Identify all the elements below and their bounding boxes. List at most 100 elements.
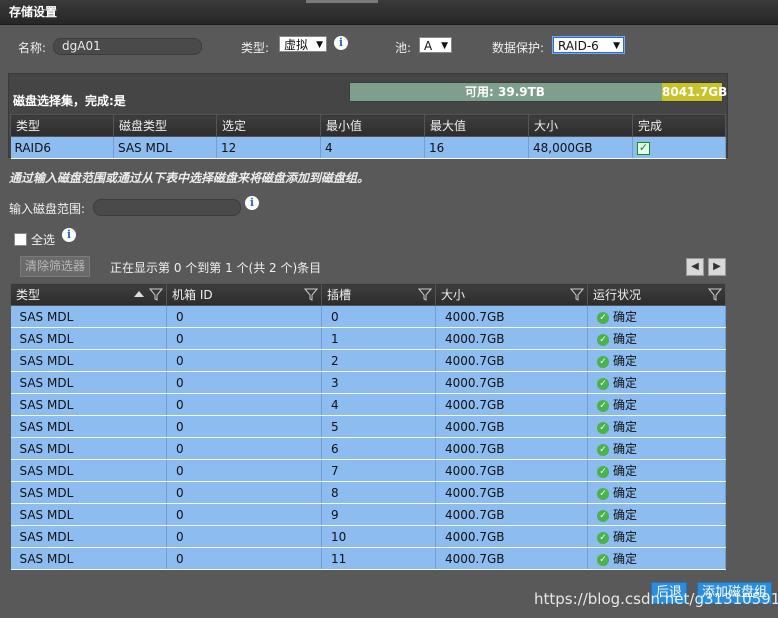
cell: ✓ 确定 [587,371,726,394]
ok-check-icon: ✓ [597,553,609,566]
cell: 4000.7GB [435,415,588,438]
protection-label: 数据保护: [492,41,545,55]
capacity-bar: 可用: 39.9TB 8041.7GB [349,82,727,102]
col-label: 机箱 ID [172,288,213,302]
col-label: 运行状况 [593,288,642,302]
col-health-header[interactable]: 运行状况 [587,283,726,306]
cell: 4000.7GB [435,481,588,504]
health-text: 确定 [613,354,638,368]
cell: 0 [321,305,436,328]
next-page-button[interactable]: ▶ [708,258,726,276]
table-row[interactable]: SAS MDL 0 8 4000.7GB ✓ 确定 [10,481,726,504]
cell: SAS MDL [10,349,167,372]
disks-table: 类型 机箱 ID 插槽 大小 运行状况 SAS MDL 0 0 4000.7GB… [10,283,726,570]
ok-check-icon: ✓ [597,509,609,522]
col-type-header[interactable]: 类型 [10,283,167,306]
table-row[interactable]: SAS MDL 0 7 4000.7GB ✓ 确定 [10,459,726,482]
chevron-right-icon: ▶ [713,261,721,272]
drag-handle[interactable] [306,0,378,3]
cell: 4000.7GB [435,327,588,350]
cell: ✓ 确定 [587,481,726,504]
ok-check-icon: ✓ [597,465,609,478]
info-icon[interactable]: i [245,196,259,210]
cell: 4 [321,393,436,416]
cell: 0 [166,415,322,438]
col-size-header[interactable]: 大小 [435,283,588,306]
filter-icon[interactable] [304,288,318,301]
disk-set-row[interactable]: RAID6 SAS MDL 12 4 16 48,000GB ✓ [10,136,726,159]
prev-page-button[interactable]: ◀ [686,258,704,276]
col-selected: 选定 [216,114,321,137]
cell: ✓ 确定 [587,525,726,548]
health-text: 确定 [613,486,638,500]
health-text: 确定 [613,376,638,390]
cell: 4000.7GB [435,459,588,482]
ok-check-icon: ✓ [597,443,609,456]
name-label: 名称: [18,41,47,55]
protection-select-value: RAID-6 [558,39,599,53]
disk-rows: SAS MDL 0 0 4000.7GB ✓ 确定 SAS MDL 0 1 4000.7GB ✓ 确定… [10,305,726,570]
clear-filter-button[interactable]: 清除筛选器 [20,256,91,277]
table-row[interactable]: SAS MDL 0 6 4000.7GB ✓ 确定 [10,437,726,460]
cell: 0 [166,349,322,372]
cell: 0 [166,547,322,570]
table-row[interactable]: SAS MDL 0 5 4000.7GB ✓ 确定 [10,415,726,438]
filter-icon[interactable] [149,288,163,301]
info-icon[interactable]: i [62,228,76,242]
col-slot-header[interactable]: 插槽 [321,283,436,306]
health-text: 确定 [613,310,638,324]
cell: 0 [166,327,322,350]
filter-icon[interactable] [418,288,432,301]
table-row[interactable]: SAS MDL 0 10 4000.7GB ✓ 确定 [10,525,726,548]
ok-check-icon: ✓ [597,421,609,434]
table-row[interactable]: SAS MDL 0 1 4000.7GB ✓ 确定 [10,327,726,350]
disk-set-title: 磁盘选择集，完成:是 [13,94,126,108]
cell: ✓ 确定 [587,437,726,460]
ok-check-icon: ✓ [597,487,609,500]
cell: SAS MDL [10,481,167,504]
col-max: 最大值 [424,114,529,137]
table-row[interactable]: SAS MDL 0 11 4000.7GB ✓ 确定 [10,547,726,570]
cell: ✓ 确定 [587,503,726,526]
cell: ✓ 确定 [587,393,726,416]
health-text: 确定 [613,508,638,522]
cell: RAID6 [10,136,114,159]
cell: SAS MDL [10,459,167,482]
name-input[interactable]: dgA01 [53,38,202,55]
table-row[interactable]: SAS MDL 0 4 4000.7GB ✓ 确定 [10,393,726,416]
cell: ✓ 确定 [587,327,726,350]
cell: SAS MDL [10,305,167,328]
protection-select[interactable]: RAID-6 ▼ [553,37,624,53]
info-icon[interactable]: i [334,36,348,50]
ok-check-icon: ✓ [597,531,609,544]
cell: 1 [321,327,436,350]
cell: 4000.7GB [435,305,588,328]
disk-range-input[interactable] [93,199,241,216]
table-row[interactable]: SAS MDL 0 2 4000.7GB ✓ 确定 [10,349,726,372]
pool-select[interactable]: A ▼ [419,37,452,53]
cell: 4000.7GB [435,547,588,570]
table-row[interactable]: SAS MDL 0 3 4000.7GB ✓ 确定 [10,371,726,394]
select-all-checkbox[interactable] [14,233,27,246]
cell: 0 [166,371,322,394]
cell: 48,000GB [528,136,633,159]
filter-icon[interactable] [570,288,584,301]
pool-select-value: A [424,39,433,53]
filter-icon[interactable] [708,288,722,301]
cell: ✓ [632,136,726,159]
col-label: 大小 [441,288,466,302]
type-select[interactable]: 虚拟 ▼ [279,36,327,52]
storage-settings-dialog: 存储设置 名称: dgA01 类型: 虚拟 ▼ i 池: A ▼ 数据保护: R… [0,0,778,618]
type-select-value: 虚拟 [284,38,309,52]
cell: 11 [321,547,436,570]
table-row[interactable]: SAS MDL 0 0 4000.7GB ✓ 确定 [10,305,726,328]
sort-asc-icon[interactable] [134,291,144,297]
chevron-down-icon: ▼ [613,41,620,51]
table-row[interactable]: SAS MDL 0 9 4000.7GB ✓ 确定 [10,503,726,526]
col-disk-type: 磁盘类型 [113,114,217,137]
cell: SAS MDL [10,503,167,526]
cell: 4000.7GB [435,437,588,460]
col-chassis-header[interactable]: 机箱 ID [166,283,322,306]
ok-check-icon: ✓ [597,377,609,390]
cell: 0 [166,305,322,328]
